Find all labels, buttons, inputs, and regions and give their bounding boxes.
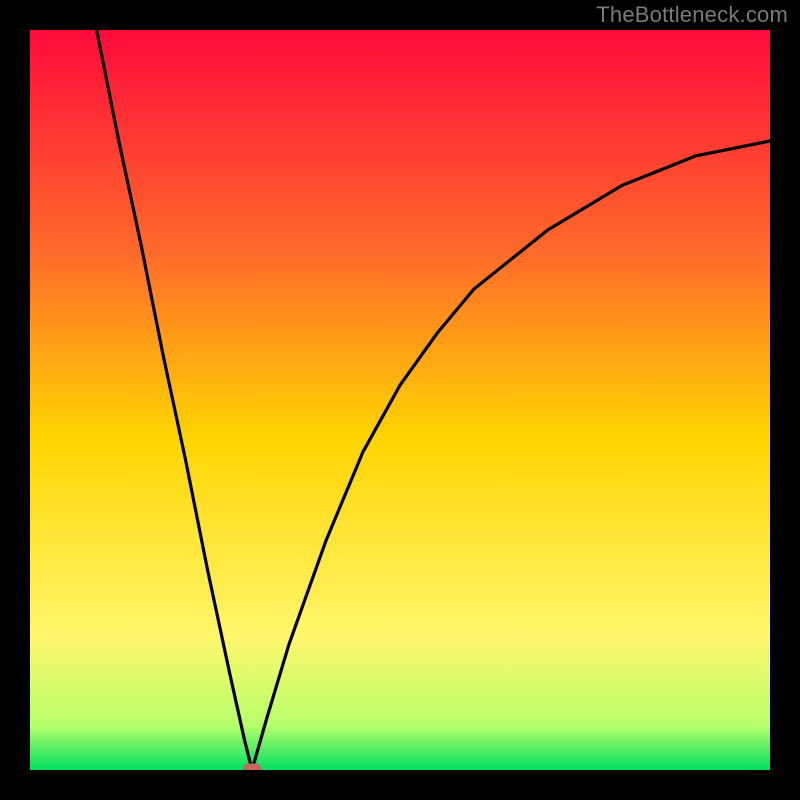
plot-area — [30, 30, 770, 770]
gradient-background — [30, 30, 770, 770]
chart-frame: TheBottleneck.com — [0, 0, 800, 800]
watermark-text: TheBottleneck.com — [596, 2, 788, 28]
bottleneck-chart — [30, 30, 770, 770]
optimum-marker — [243, 764, 261, 771]
